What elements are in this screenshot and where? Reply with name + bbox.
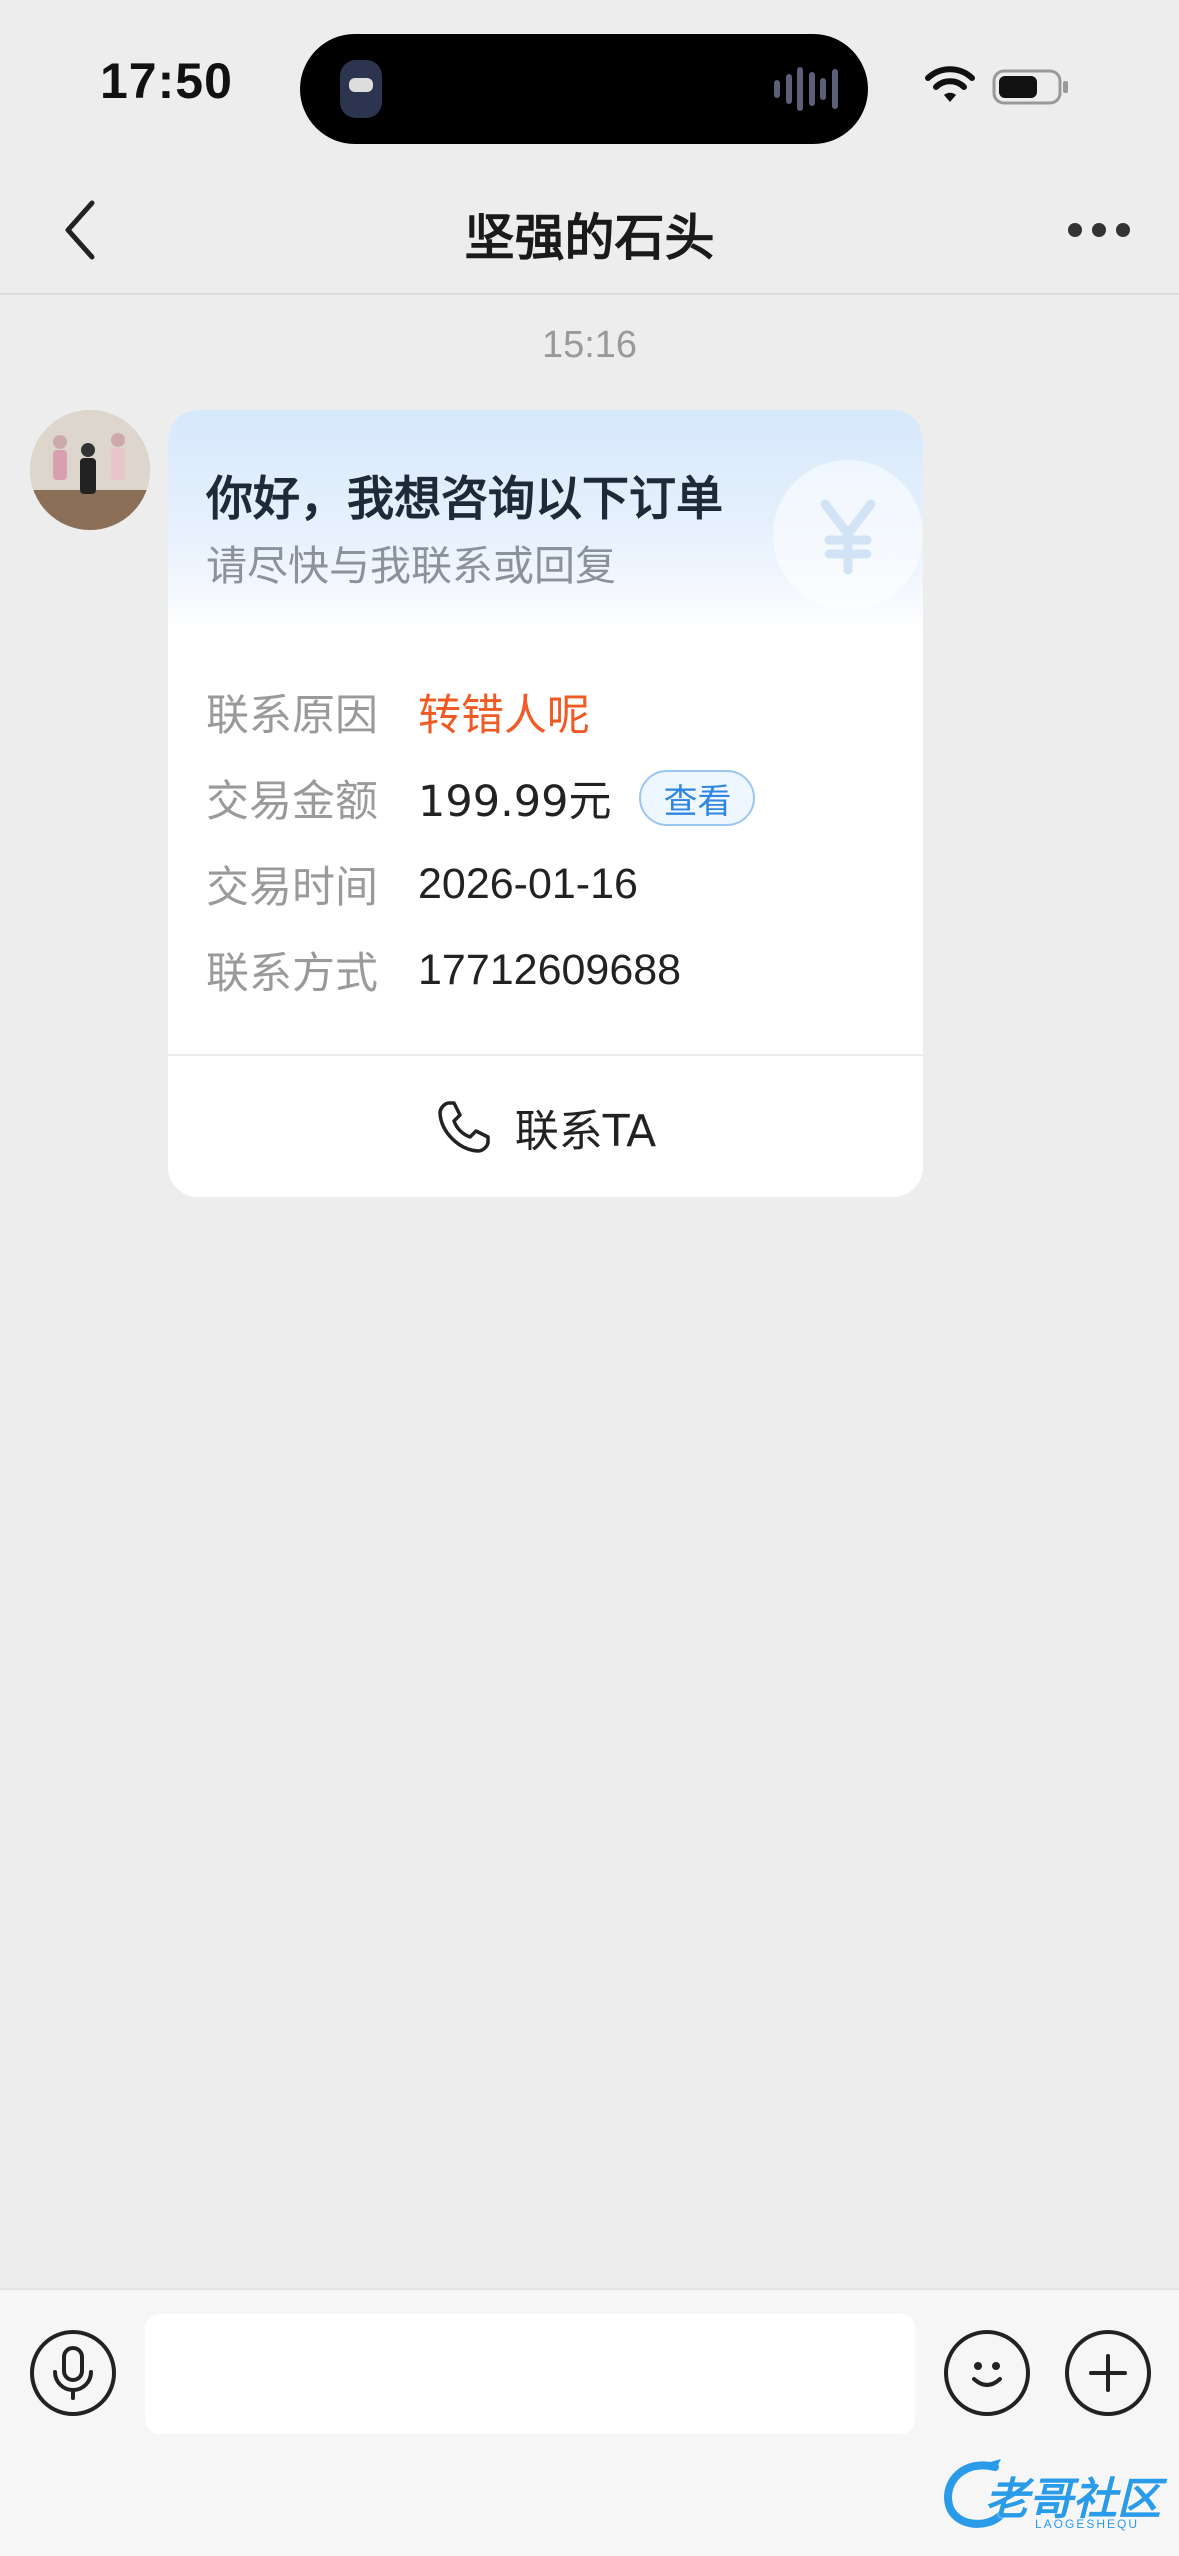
more-dots-icon bbox=[1068, 223, 1082, 237]
status-bar: 17:50 bbox=[0, 0, 1179, 170]
contact-label: 联系TA bbox=[514, 1105, 657, 1157]
row-label: 联系原因 bbox=[206, 691, 378, 741]
audio-wave-icon bbox=[774, 66, 838, 112]
reason-value: 转错人呢 bbox=[418, 691, 590, 741]
nav-bar: 坚强的石头 bbox=[0, 170, 1179, 295]
order-inquiry-card[interactable]: 你好，我想咨询以下订单 请尽快与我联系或回复 联系原因 转错人呢 交易金额 19… bbox=[168, 410, 923, 1197]
watermark-subtext: LAOGESHEQU bbox=[1035, 2517, 1140, 2531]
status-time: 17:50 bbox=[100, 53, 233, 109]
more-button[interactable] bbox=[1059, 200, 1139, 260]
row-label: 联系方式 bbox=[206, 949, 378, 999]
message-input[interactable] bbox=[145, 2314, 915, 2434]
watermark-logo: 老哥社区 LAOGESHEQU bbox=[935, 2455, 1165, 2540]
page-title: 坚强的石头 bbox=[464, 209, 715, 267]
phone-icon bbox=[437, 1100, 490, 1153]
voice-button[interactable] bbox=[30, 2330, 116, 2416]
card-subtitle: 请尽快与我联系或回复 bbox=[206, 542, 616, 590]
row-label: 交易金额 bbox=[206, 777, 378, 827]
amount-value: 199.99元 bbox=[418, 777, 612, 827]
card-title: 你好，我想咨询以下订单 bbox=[206, 472, 723, 527]
island-avatar-icon bbox=[340, 60, 382, 118]
view-button[interactable]: 查看 bbox=[639, 770, 756, 826]
row-time: 交易时间 2026-01-16 bbox=[206, 854, 638, 914]
emoji-button[interactable] bbox=[944, 2330, 1030, 2416]
yen-icon bbox=[773, 460, 923, 610]
card-header: 你好，我想咨询以下订单 请尽快与我联系或回复 bbox=[168, 410, 923, 635]
microphone-icon bbox=[53, 2346, 93, 2400]
phone-value: 17712609688 bbox=[418, 945, 682, 994]
row-reason: 联系原因 转错人呢 bbox=[206, 682, 590, 742]
plus-button[interactable] bbox=[1065, 2330, 1151, 2416]
row-amount: 交易金额 199.99元 查看 bbox=[206, 768, 756, 828]
dynamic-island bbox=[300, 34, 868, 144]
message-timestamp: 15:16 bbox=[541, 324, 638, 366]
plus-icon bbox=[1089, 2354, 1127, 2392]
time-value: 2026-01-16 bbox=[418, 859, 638, 908]
battery-icon bbox=[992, 69, 1068, 105]
contact-ta-button[interactable]: 联系TA bbox=[168, 1056, 923, 1197]
row-label: 交易时间 bbox=[206, 863, 378, 913]
smiley-icon bbox=[972, 2362, 1002, 2387]
wifi-icon bbox=[925, 66, 975, 102]
row-contact: 联系方式 17712609688 bbox=[206, 940, 681, 1000]
avatar[interactable] bbox=[30, 410, 150, 530]
